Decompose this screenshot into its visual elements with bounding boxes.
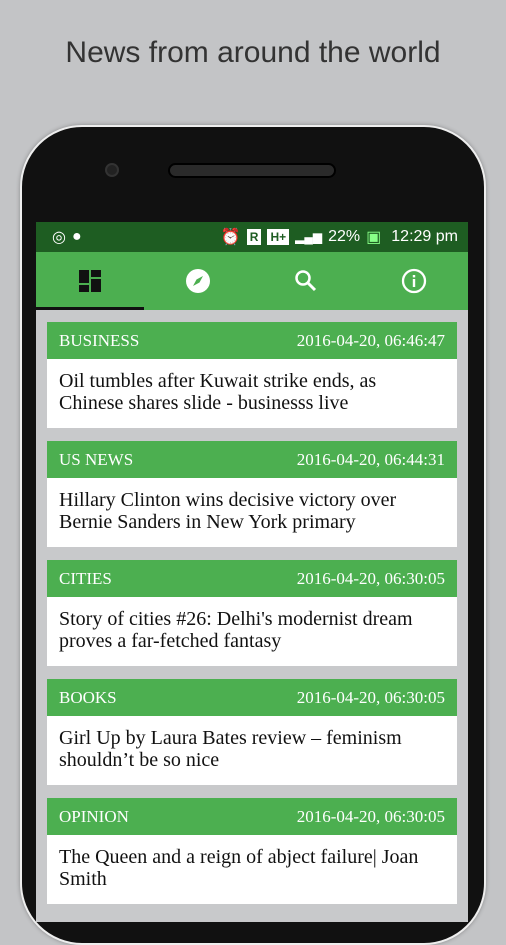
news-card[interactable]: BUSINESS 2016-04-20, 06:46:47 Oil tumbles …	[47, 322, 457, 428]
card-date: 2016-04-20, 06:44:31	[296, 449, 445, 469]
roaming-badge: R	[246, 229, 262, 245]
card-title: Girl Up by Laura Bates review – feminism…	[47, 716, 457, 785]
promo-headline: News from around the world	[65, 36, 441, 69]
card-title: The Queen and a reign of abject failure|…	[47, 835, 457, 904]
compass-icon	[186, 269, 210, 293]
card-category: BOOKS	[59, 687, 117, 707]
hotspot-icon: ◎	[52, 229, 66, 246]
card-category: CITIES	[59, 568, 112, 588]
tab-search[interactable]	[252, 252, 360, 310]
news-list[interactable]: BUSINESS 2016-04-20, 06:46:47 Oil tumbles …	[36, 310, 468, 922]
status-bar: ◎ ● ⏰ R H+ ▂▄▆ 22% ▣ 12:29 pm	[36, 222, 468, 252]
card-category: US NEWS	[59, 449, 134, 469]
clock: 12:29 pm	[391, 228, 458, 245]
card-title: Oil tumbles after Kuwait strike ends, as…	[47, 359, 457, 428]
news-card[interactable]: US NEWS 2016-04-20, 06:44:31 Hillary Clint…	[47, 441, 457, 547]
signal-icon: ▂▄▆	[295, 230, 323, 244]
card-date: 2016-04-20, 06:30:05	[296, 687, 445, 707]
info-icon	[401, 268, 427, 294]
dashboard-icon	[79, 270, 101, 292]
tab-info[interactable]	[360, 252, 468, 310]
card-category: OPINION	[59, 806, 129, 826]
tab-bar	[36, 252, 468, 310]
camera	[105, 163, 119, 177]
news-card[interactable]: CITIES 2016-04-20, 06:30:05 Story of citie…	[47, 560, 457, 666]
speaker	[168, 163, 336, 178]
network-badge: H+	[267, 229, 290, 245]
battery-percent: 22%	[328, 228, 361, 245]
active-tab-indicator	[36, 307, 144, 310]
card-category: BUSINESS	[59, 330, 140, 350]
card-title: Story of cities #26: Delhi's modernist d…	[47, 597, 457, 666]
news-card[interactable]: BOOKS 2016-04-20, 06:30:05 Girl Up by Laur…	[47, 679, 457, 785]
tab-explore[interactable]	[144, 252, 252, 310]
android-icon: ●	[71, 228, 82, 245]
app-screen: ◎ ● ⏰ R H+ ▂▄▆ 22% ▣ 12:29 pm BUSINESS 20…	[36, 222, 468, 922]
card-title: Hillary Clinton wins decisive victory ov…	[47, 478, 457, 547]
alarm-icon: ⏰	[220, 229, 241, 246]
news-card[interactable]: OPINION 2016-04-20, 06:30:05 The Queen and…	[47, 798, 457, 904]
battery-charging-icon: ▣	[366, 229, 382, 246]
card-date: 2016-04-20, 06:30:05	[296, 806, 445, 826]
search-icon	[295, 270, 317, 292]
card-date: 2016-04-20, 06:46:47	[296, 330, 445, 350]
tab-dashboard[interactable]	[36, 252, 144, 310]
card-date: 2016-04-20, 06:30:05	[296, 568, 445, 588]
